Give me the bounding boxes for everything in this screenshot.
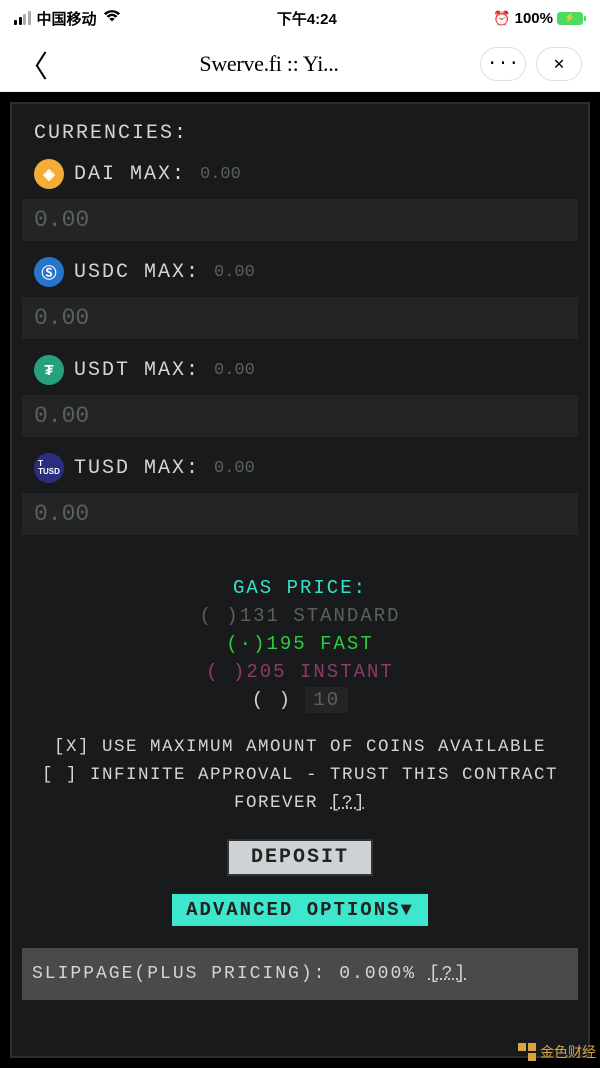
signal-icon (14, 11, 31, 25)
nav-bar: 〈 Swerve.fi :: Yi... ··· ✕ (0, 36, 600, 92)
gas-option-custom[interactable]: ( ) 10 (16, 689, 584, 711)
battery-percent: 100% (515, 10, 553, 27)
page-title: Swerve.fi :: Yi... (58, 51, 480, 77)
checkbox-use-max[interactable]: [X] USE MAXIMUM AMOUNT OF COINS AVAILABL… (22, 733, 578, 761)
battery-icon (557, 12, 586, 25)
status-time: 下午4:24 (277, 8, 337, 29)
currency-label[interactable]: TUSD MAX: (74, 457, 200, 480)
currency-max: 0.00 (214, 361, 255, 380)
gas-heading: GAS PRICE: (16, 577, 584, 599)
help-icon[interactable]: [?] (429, 964, 467, 984)
usdt-amount-input[interactable] (22, 395, 578, 437)
dai-icon: ◈ (34, 159, 64, 189)
currency-row-usdc: Ⓢ USDC MAX: 0.00 (16, 255, 584, 297)
carrier-label: 中国移动 (37, 8, 97, 29)
currency-max: 0.00 (214, 263, 255, 282)
watermark: 金色财经 (518, 1042, 596, 1062)
currency-label[interactable]: USDC MAX: (74, 261, 200, 284)
usdt-icon: ₮ (34, 355, 64, 385)
back-button[interactable]: 〈 (18, 42, 58, 86)
tusd-amount-input[interactable] (22, 493, 578, 535)
currency-max: 0.00 (214, 459, 255, 478)
more-button[interactable]: ··· (480, 47, 526, 81)
dai-amount-input[interactable] (22, 199, 578, 241)
main-panel: CURRENCIES: ◈ DAI MAX: 0.00 Ⓢ USDC MAX: … (10, 102, 590, 1058)
alarm-icon: ⏰ (493, 10, 510, 27)
deposit-button[interactable]: DEPOSIT (227, 839, 373, 876)
gas-option-fast[interactable]: (·)195 FAST (16, 633, 584, 655)
status-bar: 中国移动 下午4:24 ⏰ 100% (0, 0, 600, 36)
advanced-options-button[interactable]: ADVANCED OPTIONS▼ (172, 894, 428, 926)
wifi-icon (103, 9, 121, 27)
currency-label[interactable]: DAI MAX: (74, 163, 186, 186)
tusd-icon: TTUSD (34, 453, 64, 483)
slippage-info: SLIPPAGE(PLUS PRICING): 0.000% [?] (22, 948, 578, 1000)
currency-row-usdt: ₮ USDT MAX: 0.00 (16, 353, 584, 395)
close-button[interactable]: ✕ (536, 47, 582, 81)
checkbox-infinite-approval[interactable]: [ ] INFINITE APPROVAL - TRUST THIS CONTR… (22, 761, 578, 817)
currency-max: 0.00 (200, 165, 241, 184)
currency-row-tusd: TTUSD TUSD MAX: 0.00 (16, 451, 584, 493)
help-icon[interactable]: [?] (330, 793, 366, 813)
usdc-amount-input[interactable] (22, 297, 578, 339)
currency-row-dai: ◈ DAI MAX: 0.00 (16, 157, 584, 199)
currencies-heading: CURRENCIES: (34, 122, 584, 145)
usdc-icon: Ⓢ (34, 257, 64, 287)
gas-option-instant[interactable]: ( )205 INSTANT (16, 661, 584, 683)
watermark-logo-icon (518, 1043, 536, 1061)
currency-label[interactable]: USDT MAX: (74, 359, 200, 382)
gas-option-standard[interactable]: ( )131 STANDARD (16, 605, 584, 627)
